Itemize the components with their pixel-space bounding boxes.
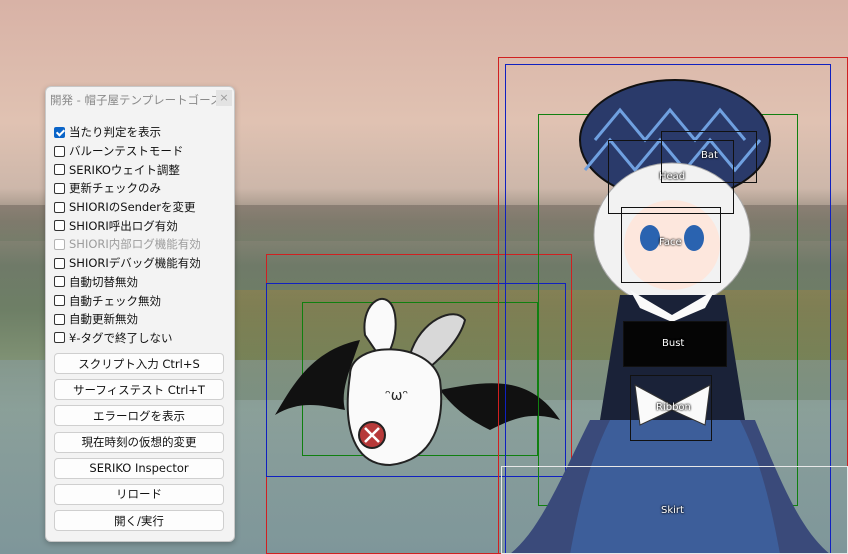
- option-checkbox-row[interactable]: 当たり判定を表示: [54, 123, 201, 142]
- checkbox-label: ¥-タグで終了しない: [69, 330, 173, 345]
- option-checkbox-row[interactable]: 自動更新無効: [54, 310, 201, 329]
- action-button[interactable]: 現在時刻の仮想的変更: [54, 431, 224, 453]
- checkbox-label: 自動更新無効: [69, 312, 138, 327]
- checkbox-label: SHIORIデバッグ機能有効: [69, 256, 201, 271]
- option-checkbox-row[interactable]: 自動切替無効: [54, 273, 201, 292]
- checkbox-label: SHIORI内部ログ機能有効: [69, 237, 201, 252]
- option-checkbox-row[interactable]: ¥-タグで終了しない: [54, 329, 201, 348]
- checkbox[interactable]: [54, 295, 65, 307]
- action-button[interactable]: 開く/実行: [54, 510, 224, 532]
- actions-button-list: スクリプト入力 Ctrl+S サーフィステスト Ctrl+T エラーログを表示 現在時…: [54, 353, 224, 536]
- checkbox[interactable]: [54, 182, 65, 194]
- option-checkbox-row[interactable]: SHIORI呼出ログ有効: [54, 216, 201, 235]
- checkbox-label: 当たり判定を表示: [69, 125, 161, 140]
- developer-panel: 開発 - 帽子屋テンプレートゴースト × 当たり判定を表示バルーンテストモード S…: [45, 86, 235, 542]
- option-checkbox-row[interactable]: SERIKOウェイト調整: [54, 160, 201, 179]
- option-checkbox-row[interactable]: SHIORIのSenderを変更: [54, 198, 201, 217]
- option-checkbox-row[interactable]: SHIORIデバッグ機能有効: [54, 254, 201, 273]
- checkbox[interactable]: [54, 332, 65, 344]
- option-checkbox-row[interactable]: 更新チェックのみ: [54, 179, 201, 198]
- action-button[interactable]: スクリプト入力 Ctrl+S: [54, 353, 224, 374]
- checkbox[interactable]: [54, 126, 65, 138]
- checkbox-label: SERIKOウェイト調整: [69, 162, 180, 177]
- checkbox[interactable]: [54, 201, 65, 213]
- option-checkbox-row: SHIORI内部ログ機能有効: [54, 235, 201, 254]
- option-checkbox-row[interactable]: 自動チェック無効: [54, 291, 201, 310]
- hit-label-bust: Bust: [662, 338, 685, 349]
- options-checkbox-list: 当たり判定を表示バルーンテストモード SERIKOウェイト調整 更新チェックのみ SH…: [54, 123, 201, 347]
- svg-text:ᵔωᵔ: ᵔωᵔ: [385, 388, 408, 404]
- checkbox[interactable]: [54, 220, 65, 232]
- action-button[interactable]: リロード: [54, 483, 224, 505]
- checkbox-label: 自動チェック無効: [69, 293, 161, 308]
- checkbox-label: SHIORI呼出ログ有効: [69, 218, 178, 233]
- close-button[interactable]: ×: [216, 90, 232, 106]
- hit-label-skirt: Skirt: [661, 505, 684, 516]
- option-checkbox-row[interactable]: バルーンテストモード: [54, 142, 201, 161]
- checkbox[interactable]: [54, 257, 65, 269]
- hit-label-ribbon: Ribbon: [656, 402, 691, 413]
- checkbox[interactable]: [54, 276, 65, 288]
- hit-label-face: Face: [659, 237, 682, 248]
- checkbox[interactable]: [54, 313, 65, 325]
- checkbox: [54, 238, 65, 250]
- panel-title: 開発 - 帽子屋テンプレートゴースト: [50, 93, 234, 107]
- checkbox-label: 更新チェックのみ: [69, 181, 161, 196]
- checkbox[interactable]: [54, 145, 65, 157]
- action-button[interactable]: エラーログを表示: [54, 405, 224, 427]
- checkbox[interactable]: [54, 164, 65, 176]
- checkbox-label: 自動切替無効: [69, 274, 138, 289]
- action-button[interactable]: SERIKO Inspector: [54, 457, 224, 479]
- checkbox-label: SHIORIのSenderを変更: [69, 200, 196, 215]
- action-button[interactable]: サーフィステスト Ctrl+T: [54, 379, 224, 401]
- checkbox-label: バルーンテストモード: [69, 144, 184, 159]
- hit-label-head: Head: [659, 171, 686, 182]
